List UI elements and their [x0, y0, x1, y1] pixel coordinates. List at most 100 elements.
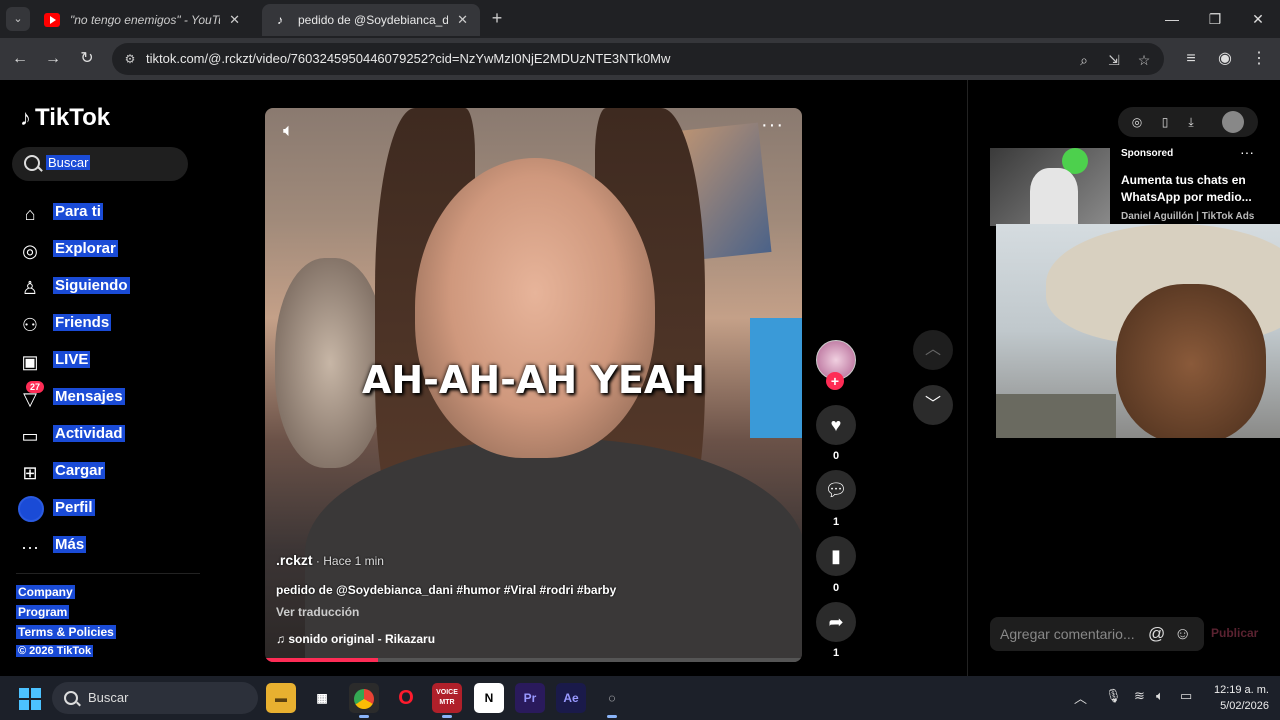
following-icon: ♙ — [21, 278, 39, 298]
tab-tiktok[interactable]: ♪ pedido de @Soydebianca_dani ✕ — [262, 4, 480, 36]
file-explorer-icon[interactable]: ▬ — [266, 683, 296, 713]
translate-link[interactable]: Ver traducción — [276, 605, 359, 619]
save-count: 0 — [832, 582, 840, 594]
footer-link-terms[interactable]: Terms & Policies — [16, 625, 116, 639]
browser-menu-icon[interactable]: ⋮ — [1246, 46, 1272, 72]
sidebar-item-mas[interactable]: ··· Más — [16, 529, 196, 566]
after-effects-icon[interactable]: Ae — [556, 683, 586, 713]
more-icon: ··· — [21, 537, 39, 557]
bookmark-star-icon[interactable]: ☆ — [1134, 50, 1154, 70]
messages-badge: 27 — [26, 381, 45, 393]
share-count: 1 — [832, 647, 840, 659]
sidebar-item-cargar[interactable]: ⊞ Cargar — [16, 455, 196, 492]
wifi-icon[interactable]: ≋ — [1134, 688, 1145, 704]
previous-video-button[interactable]: ︿ — [913, 330, 953, 370]
address-bar[interactable]: ⚙ tiktok.com/@.rckzt/video/7603245950446… — [112, 43, 1164, 75]
video-progress-bar[interactable] — [265, 658, 802, 662]
footer-link-program[interactable]: Program — [16, 605, 70, 619]
sidebar-item-explorar[interactable]: ◎ Explorar — [16, 233, 196, 270]
windows-start-icon[interactable] — [19, 688, 41, 710]
ad-more-icon[interactable]: ··· — [1240, 144, 1254, 160]
sidebar-item-label: Más — [53, 536, 87, 553]
profile-icon[interactable]: ◉ — [1212, 46, 1238, 72]
premiere-icon[interactable]: Pr — [515, 683, 545, 713]
download-icon[interactable]: ⤓ — [1182, 113, 1200, 131]
mention-icon[interactable]: @ — [1148, 624, 1165, 644]
site-info-icon[interactable]: ⚙ — [122, 51, 138, 67]
video-player[interactable]: AH-AH-AH YEAH 🔈︎ ··· .rckzt · Hace 1 min… — [265, 108, 802, 662]
new-tab-button[interactable]: + — [486, 7, 508, 29]
compass-icon[interactable]: ◎ — [1128, 113, 1146, 131]
store-icon[interactable]: ▦ — [307, 683, 337, 713]
sidebar-item-perfil[interactable]: Perfil — [16, 492, 196, 529]
opera-icon[interactable]: O — [391, 683, 421, 713]
like-icon[interactable]: ♥ — [816, 405, 856, 445]
sidebar-item-label: Mensajes — [53, 388, 125, 405]
battery-icon[interactable]: ▭ — [1180, 688, 1192, 704]
volume-icon[interactable]: 🔈︎ — [283, 120, 294, 141]
sidebar-item-mensajes[interactable]: ▽ 27 Mensajes — [16, 381, 196, 418]
notion-icon[interactable]: N — [474, 683, 504, 713]
sidebar-item-para-ti[interactable]: ⌂ Para ti — [16, 196, 196, 233]
volume-tray-icon[interactable]: 🔈︎ — [1156, 688, 1164, 704]
next-video-button[interactable]: ﹀ — [913, 385, 953, 425]
sidebar-item-siguiendo[interactable]: ♙ Siguiendo — [16, 270, 196, 307]
sound-link[interactable]: ♫ sonido original - Rikazaru — [276, 632, 435, 646]
close-tab-icon[interactable]: ✕ — [229, 4, 240, 36]
comment-input[interactable]: Agregar comentario... @ ☺ — [990, 617, 1204, 651]
microphone-icon[interactable]: 🎙︎ — [1105, 688, 1122, 704]
user-avatar[interactable] — [1222, 111, 1244, 133]
bookmark-icon[interactable]: ▮ — [816, 536, 856, 576]
close-window-button[interactable]: ✕ — [1236, 0, 1280, 38]
close-tab-icon[interactable]: ✕ — [457, 4, 468, 36]
taskbar-search[interactable]: Buscar — [52, 682, 258, 714]
sidebar-item-actividad[interactable]: ▭ Actividad — [16, 418, 196, 455]
search-input[interactable]: Buscar — [12, 147, 188, 181]
obs-icon[interactable]: ◌ — [597, 683, 627, 718]
publish-button[interactable]: Publicar — [1211, 626, 1258, 640]
install-app-icon[interactable]: ⇲ — [1104, 50, 1124, 70]
minimize-button[interactable]: — — [1150, 0, 1194, 38]
emoji-icon[interactable]: ☺ — [1174, 624, 1191, 644]
search-icon — [64, 691, 78, 705]
author-name: .rckzt — [276, 552, 313, 568]
url-text: tiktok.com/@.rckzt/video/760324595044607… — [146, 51, 671, 66]
video-more-icon[interactable]: ··· — [761, 114, 784, 137]
tiktok-page: ♪ TikTok Buscar ⌂ Para ti ◎ Explorar ♙ S… — [0, 80, 1280, 676]
sidebar-item-live[interactable]: ▣ LIVE — [16, 344, 196, 381]
comment-icon[interactable]: 💬︎ — [816, 470, 856, 510]
reload-button[interactable]: ↻ — [74, 46, 100, 72]
chrome-icon[interactable] — [349, 683, 379, 718]
tab-title: "no tengo enemigos" - YouTube — [70, 13, 220, 27]
voicemeeter-icon[interactable]: VOICE MTR — [432, 683, 462, 718]
clock-time: 12:19 a. m. — [1213, 684, 1269, 696]
sponsored-label: Sponsored — [1121, 148, 1174, 159]
footer-link-company[interactable]: Company — [16, 585, 75, 599]
tiktok-logo[interactable]: ♪ TikTok — [20, 104, 110, 132]
back-button[interactable]: ← — [7, 46, 33, 72]
follow-plus-icon[interactable]: + — [826, 372, 844, 390]
ad-thumbnail[interactable] — [990, 148, 1110, 226]
share-icon[interactable]: ➦ — [816, 602, 856, 642]
tab-youtube[interactable]: "no tengo enemigos" - YouTube ✕ — [34, 4, 252, 36]
video-author[interactable]: .rckzt · Hace 1 min — [276, 552, 384, 568]
upload-icon: ⊞ — [22, 463, 38, 483]
sidebar-item-label: Actividad — [53, 425, 125, 442]
zoom-icon[interactable]: ⌕ — [1074, 50, 1094, 70]
forward-button[interactable]: → — [40, 46, 66, 72]
logo-text: TikTok — [35, 104, 111, 131]
phone-icon[interactable]: ▯ — [1156, 113, 1174, 131]
sidebar-item-friends[interactable]: ⚇ Friends — [16, 307, 196, 344]
right-panel: ◎ ▯ ⤓ Sponsored ··· Aumenta tus chats en… — [967, 80, 1280, 676]
restore-button[interactable]: ❐ — [1193, 0, 1237, 38]
ad-title[interactable]: Aumenta tus chats en WhatsApp por medio.… — [1121, 172, 1261, 206]
media-control-icon[interactable]: ≡ — [1178, 46, 1204, 72]
like-count: 0 — [832, 450, 840, 462]
video-progress-fill — [265, 658, 378, 662]
comment-count: 1 — [832, 516, 840, 528]
taskbar-clock[interactable]: 12:19 a. m. 5/02/2026 — [1205, 682, 1269, 714]
webcam-background — [996, 394, 1116, 438]
tray-chevron-icon[interactable]: ︿ — [1074, 688, 1087, 707]
tab-search-menu-button[interactable]: ⌄ — [6, 7, 30, 31]
home-icon: ⌂ — [24, 204, 36, 224]
